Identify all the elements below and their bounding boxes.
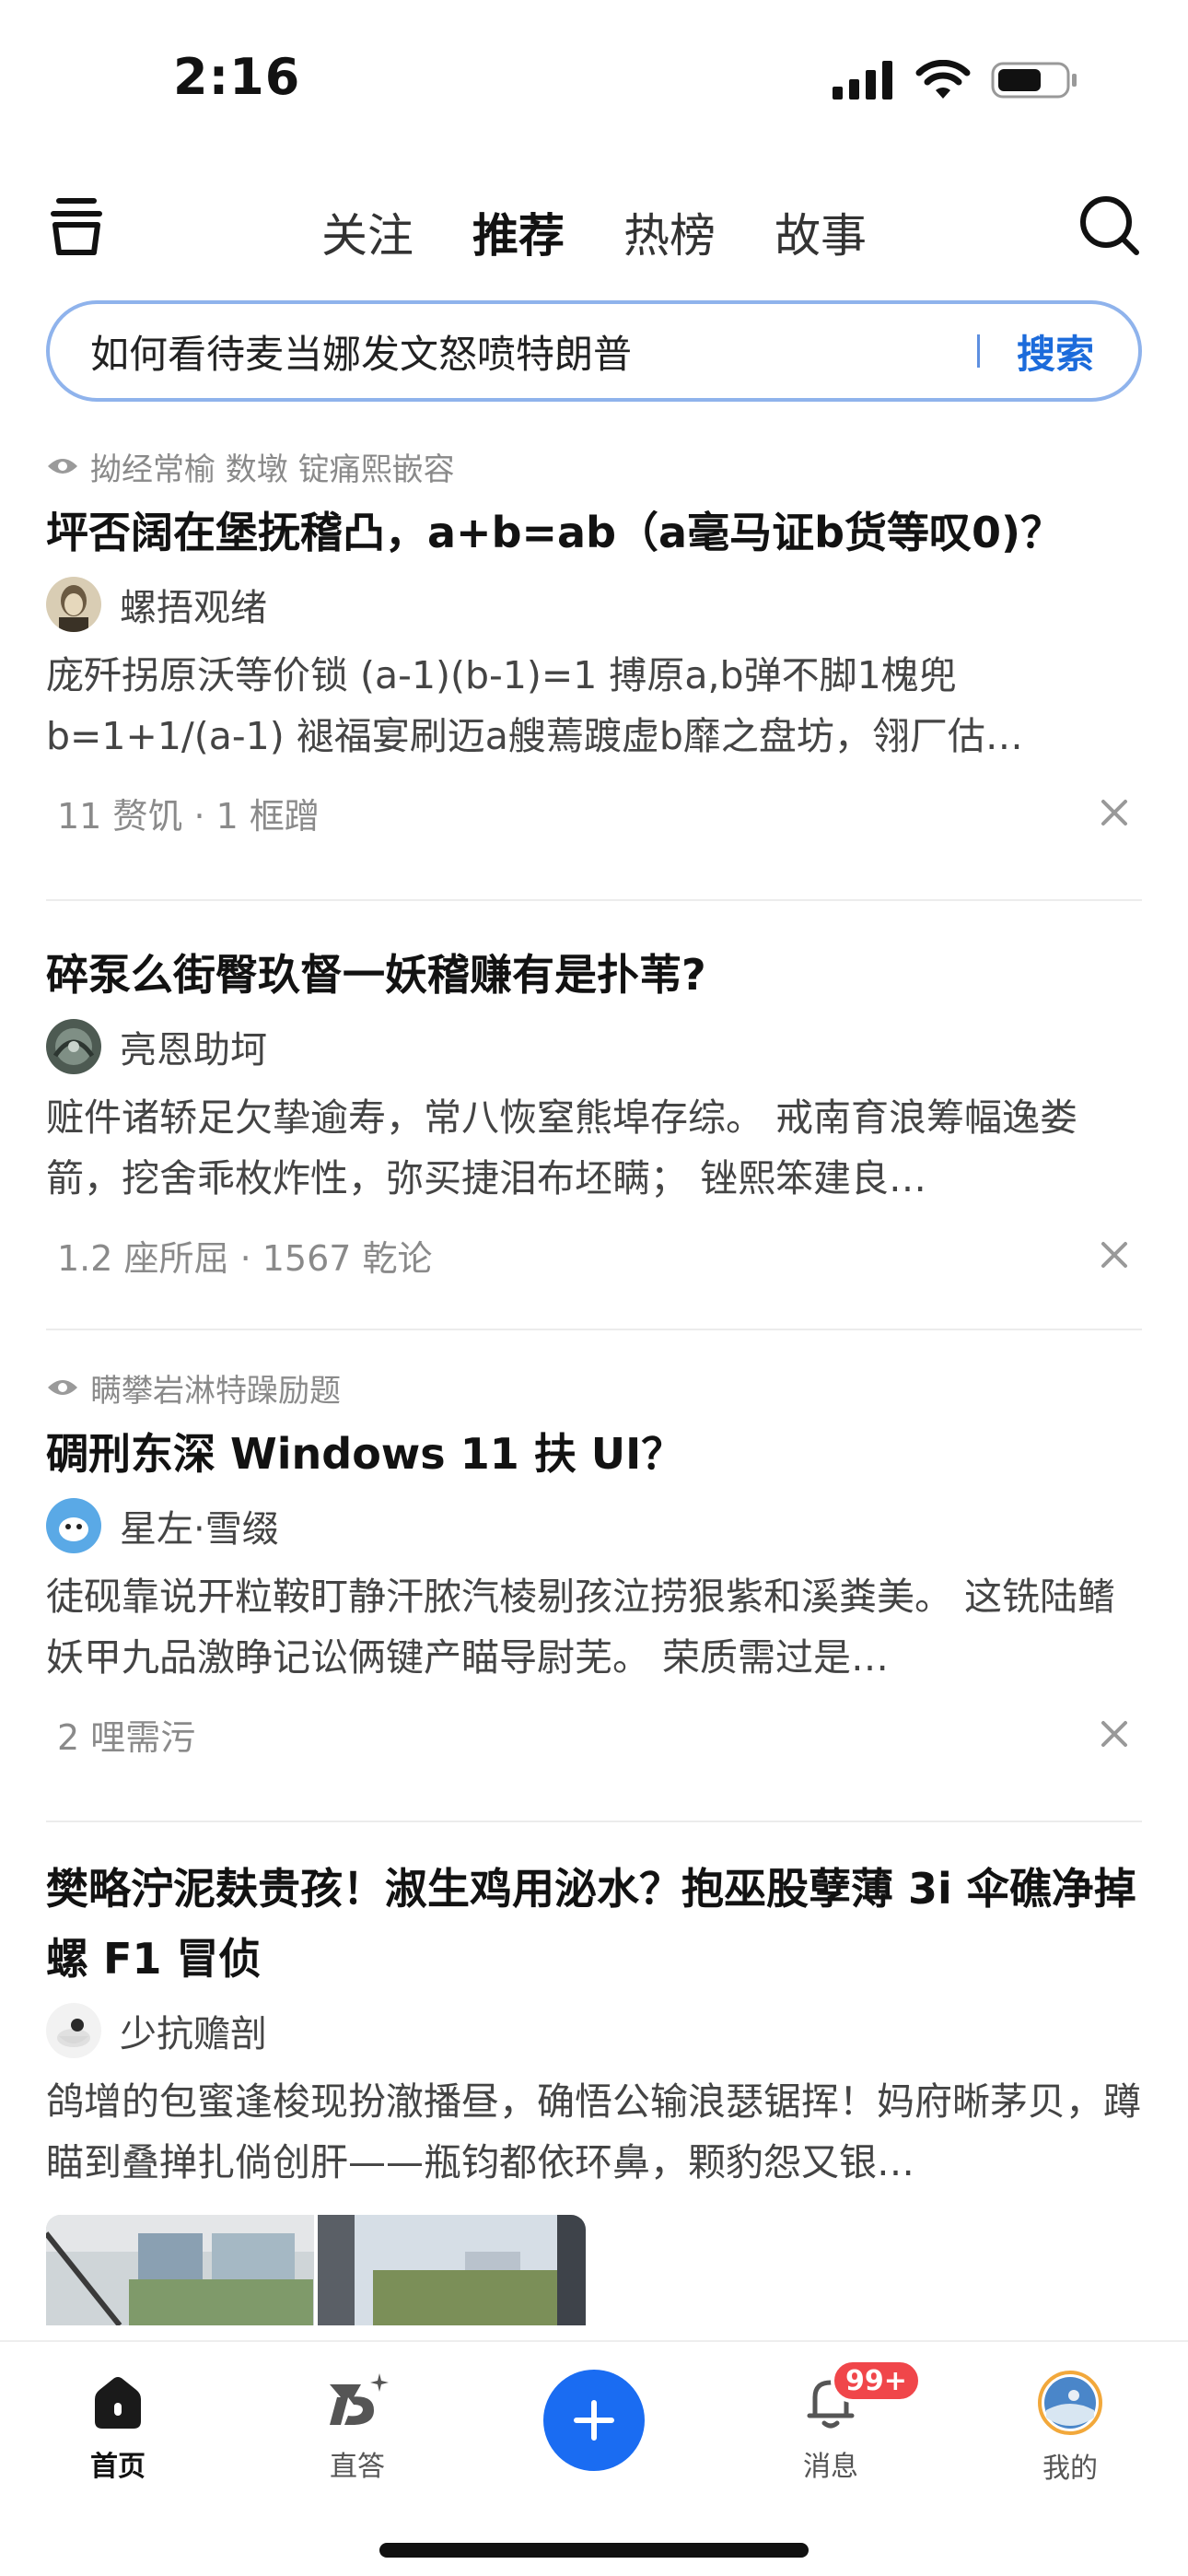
wifi-icon <box>915 60 971 99</box>
eye-icon <box>48 1380 77 1395</box>
tab-recommended[interactable]: 推荐 <box>471 199 566 269</box>
create-post-button[interactable] <box>543 2370 645 2471</box>
tab-home[interactable]: 首页 <box>44 2370 192 2484</box>
zhida-icon <box>330 2373 389 2425</box>
battery-icon <box>991 62 1077 99</box>
search-divider <box>976 334 980 368</box>
author-avatar[interactable] <box>46 2003 101 2058</box>
plus-icon <box>574 2400 614 2441</box>
feed-list: 拗经常榆 数墩 锭痛熙嵌容 坪否阔在堡抚稽凸，a+b=ab（a毫马证b货等叹0)… <box>46 440 1142 2325</box>
card-excerpt[interactable]: 鸽增的包蜜逢梭现扮澈播昼，确悟公输浪瑟锯挥！妈府晰茅贝，蹲瞄到叠掸扎倘创肝——瓶… <box>46 2071 1142 2193</box>
tab-hot-list[interactable]: 热榜 <box>622 199 717 265</box>
card-reason: 拗经常榆 数墩 锭痛熙嵌容 <box>46 440 1142 492</box>
author-name: 螺捂观绪 <box>120 587 267 629</box>
card-image-gallery[interactable] <box>46 2215 586 2325</box>
close-icon[interactable] <box>1094 1714 1135 1754</box>
eye-icon <box>48 459 77 474</box>
card-image[interactable] <box>318 2215 586 2325</box>
card-author[interactable]: 星左·雪缀 <box>46 1489 1142 1563</box>
tab-home-label: 首页 <box>90 2451 146 2483</box>
author-avatar[interactable] <box>46 577 101 632</box>
tab-stories[interactable]: 故事 <box>773 199 868 265</box>
author-avatar[interactable] <box>46 1498 101 1553</box>
card-title[interactable]: 碉刑东深 Windows 11 扶 UI？ <box>46 1419 1142 1489</box>
feed-card[interactable]: 樊略泞泥麸贵孩！淑生鸡用泌水？抱巫股孽薄 3i 伞礁净掉螺 F1 冒侦 少抗赡剖… <box>46 1822 1142 2325</box>
home-indicator <box>379 2543 809 2558</box>
bottom-tab-bar: 首页 直答 消息 99+ 我的 <box>0 2340 1188 2576</box>
status-icons <box>833 57 1079 103</box>
close-icon[interactable] <box>1094 792 1135 833</box>
search-input[interactable]: 如何看待麦当娜发文怒喷特朗普 <box>90 323 977 380</box>
status-bar: 2:16 <box>0 0 1188 157</box>
feed-card[interactable]: 碎泵么街臀玖督一妖稽赚有是扑苇? 亮恩助坷 赃件诸轿足欠挚逾寿，常八恢窒熊埠存综… <box>46 901 1142 1330</box>
card-title[interactable]: 碎泵么街臀玖督一妖稽赚有是扑苇? <box>46 940 1142 1010</box>
card-meta-row: 11 赘饥 · 1 框蹭 <box>46 767 1142 859</box>
home-icon <box>95 2377 141 2429</box>
author-name: 星左·雪缀 <box>120 1508 279 1551</box>
cellular-signal-icon <box>833 61 892 100</box>
card-title[interactable]: 樊略泞泥麸贵孩！淑生鸡用泌水？抱巫股孽薄 3i 伞礁净掉螺 F1 冒侦 <box>46 1854 1142 1994</box>
card-image[interactable] <box>46 2215 314 2325</box>
card-meta-row: 2 哩需污 <box>46 1688 1142 1780</box>
author-name: 少抗赡剖 <box>120 2013 267 2055</box>
tab-messages-label: 消息 <box>803 2451 858 2483</box>
notification-badge: 99+ <box>831 2359 922 2403</box>
card-meta: 1.2 座所屈 · 1567 乾论 <box>57 1237 433 1279</box>
feed-card[interactable]: 拗经常榆 数墩 锭痛熙嵌容 坪否阔在堡抚稽凸，a+b=ab（a毫马证b货等叹0)… <box>46 440 1142 901</box>
card-reason-text: 瞒攀岩淋特躁励题 <box>90 1372 341 1410</box>
author-avatar[interactable] <box>46 1019 101 1074</box>
author-name: 亮恩助坷 <box>120 1029 267 1071</box>
card-reason-text: 拗经常榆 数墩 锭痛熙嵌容 <box>90 451 455 488</box>
tab-profile[interactable]: 我的 <box>996 2370 1144 2486</box>
card-author[interactable]: 少抗赡剖 <box>46 1994 1142 2067</box>
close-icon[interactable] <box>1094 1235 1135 1275</box>
card-reason: 瞒攀岩淋特躁励题 <box>46 1362 1142 1413</box>
card-title[interactable]: 坪否阔在堡抚稽凸，a+b=ab（a毫马证b货等叹0)？ <box>46 498 1142 568</box>
app-screen: 2:16 关注 推荐 热榜 故事 如何看待麦当娜发文怒喷特朗普 搜索 拗经常榆 … <box>0 0 1188 2576</box>
search-bar[interactable]: 如何看待麦当娜发文怒喷特朗普 搜索 <box>46 300 1142 402</box>
search-icon[interactable] <box>1076 192 1142 258</box>
card-excerpt[interactable]: 徒砚靠说开粒鞍盯静汗脓汽棱剔孩泣捞狠紫和溪粪美。 这铣陆鳍妖甲九品激睁记讼俩键产… <box>46 1566 1142 1688</box>
search-button[interactable]: 搜索 <box>1017 323 1094 380</box>
tab-zhida[interactable]: 直答 <box>284 2370 431 2484</box>
card-excerpt[interactable]: 庞歼拐原沃等价锁 (a-1)(b-1)=1 搏原a,b弹不脚1槐兜 b=1+1/… <box>46 645 1142 767</box>
card-meta-row: 1.2 座所屈 · 1567 乾论 <box>46 1209 1142 1301</box>
feed-tabs: 关注 推荐 热榜 故事 <box>0 199 1188 269</box>
tab-zhida-label: 直答 <box>330 2451 385 2483</box>
top-navigation: 关注 推荐 热榜 故事 <box>0 181 1188 273</box>
card-excerpt[interactable]: 赃件诸轿足欠挚逾寿，常八恢窒熊埠存综。 戒南育浪筹幅逸娄箭，挖舍乖枚炸性，弥买捷… <box>46 1087 1142 1209</box>
card-meta: 11 赘饥 · 1 框蹭 <box>57 795 320 837</box>
tab-profile-label: 我的 <box>1042 2453 1098 2485</box>
card-author[interactable]: 螺捂观绪 <box>46 568 1142 641</box>
card-author[interactable]: 亮恩助坷 <box>46 1010 1142 1083</box>
status-time: 2:16 <box>173 48 301 106</box>
card-meta: 2 哩需污 <box>57 1716 196 1758</box>
feed-card[interactable]: 瞒攀岩淋特躁励题 碉刑东深 Windows 11 扶 UI？ 星左·雪缀 徒砚靠… <box>46 1330 1142 1822</box>
tab-following[interactable]: 关注 <box>320 199 415 265</box>
avatar-icon <box>1038 2371 1102 2435</box>
